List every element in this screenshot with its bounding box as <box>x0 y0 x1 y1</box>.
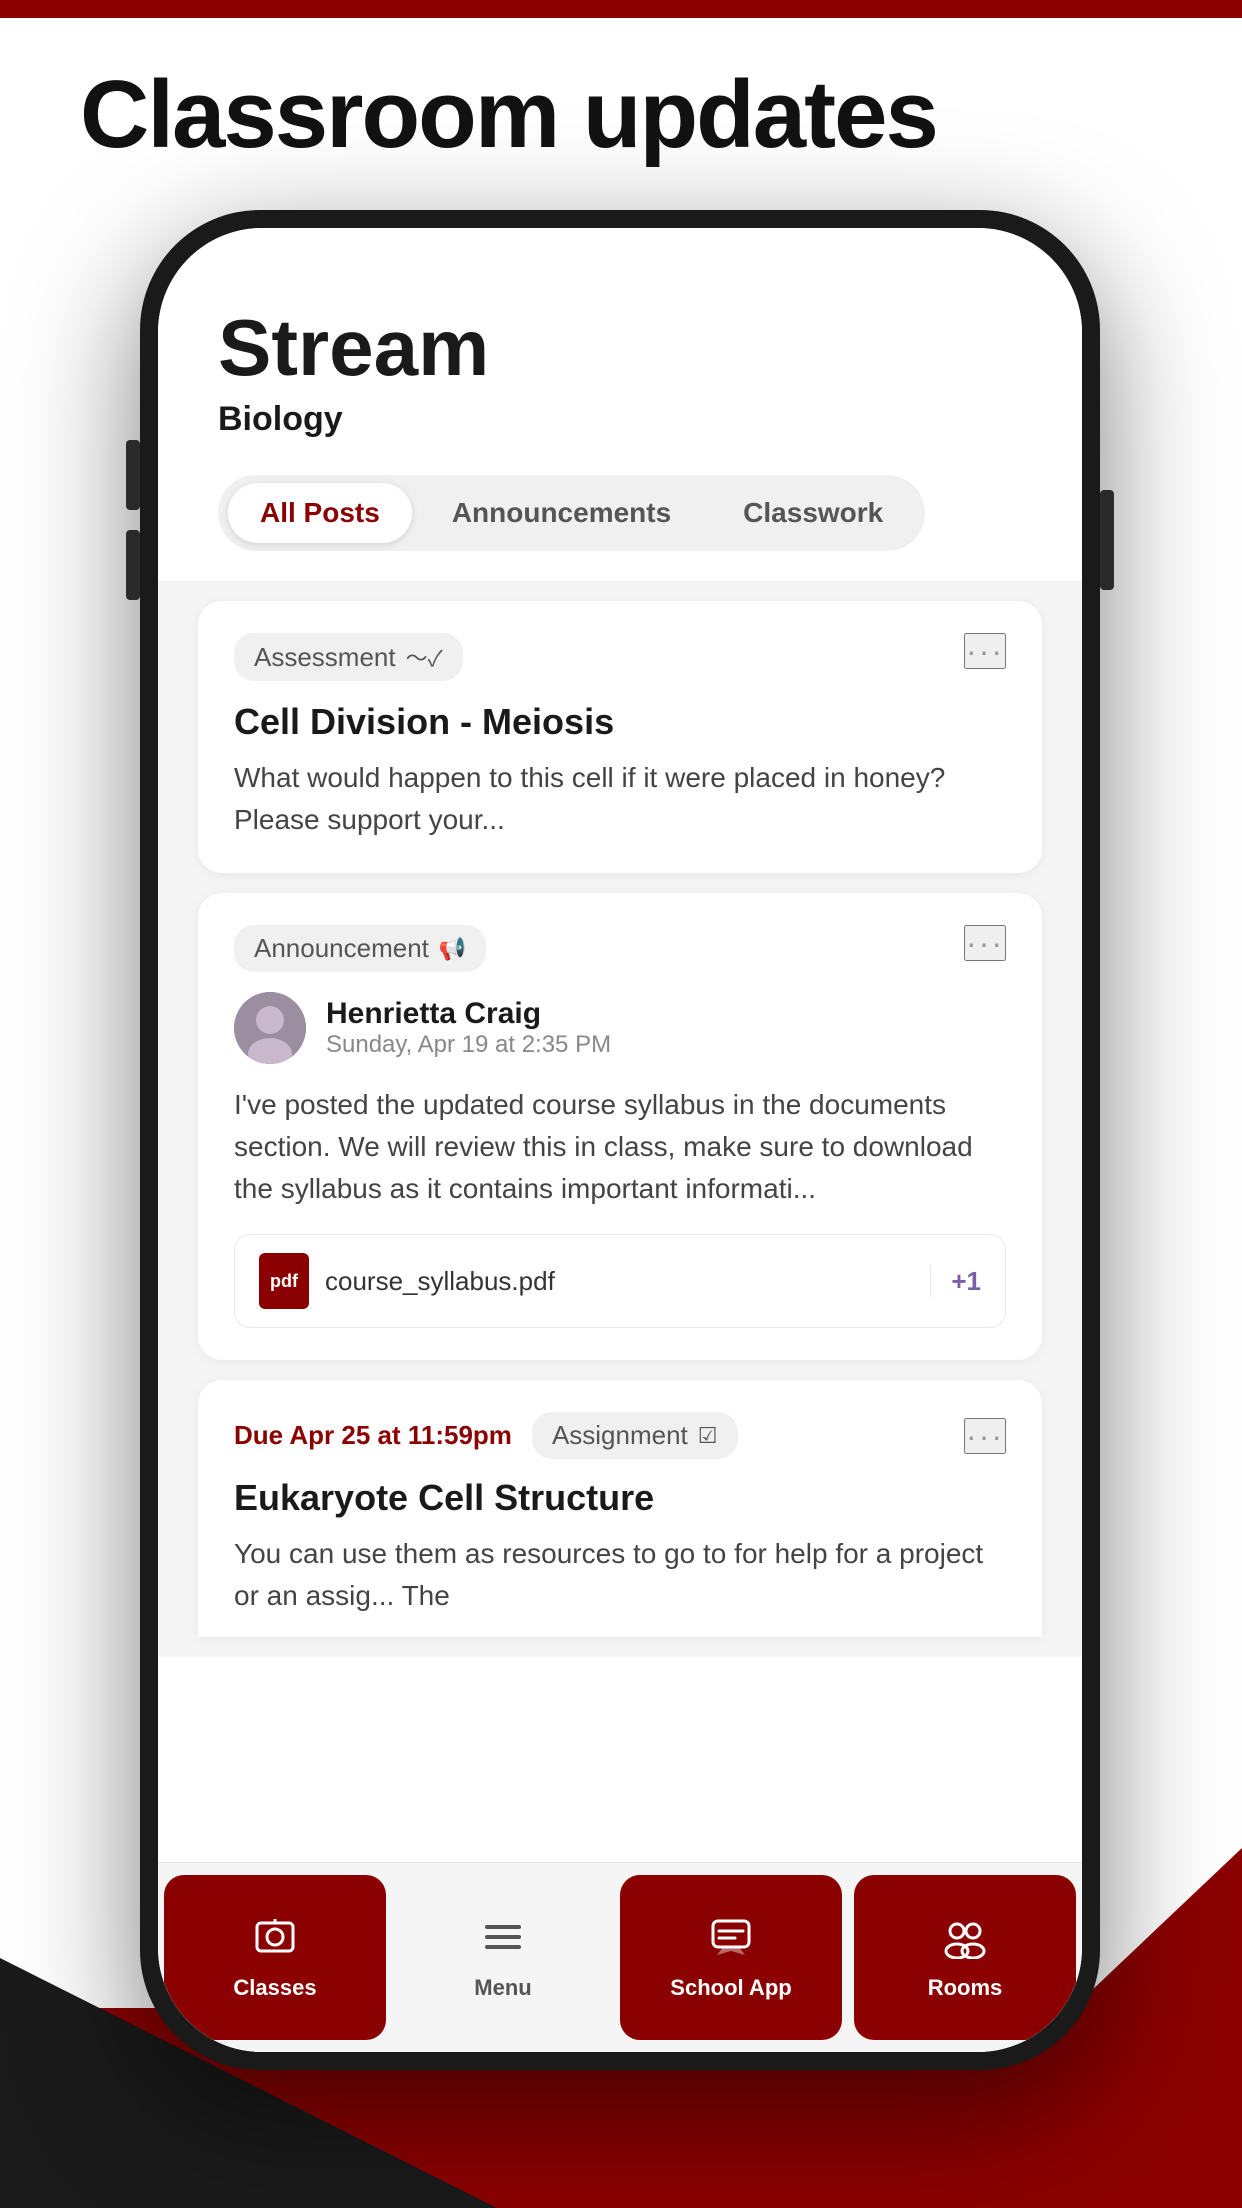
nav-classes[interactable]: Classes <box>164 1875 386 2040</box>
volume-down-button <box>126 530 140 600</box>
nav-school-app[interactable]: School App <box>620 1875 842 2040</box>
author-info: Henrietta Craig Sunday, Apr 19 at 2:35 P… <box>326 997 611 1059</box>
due-tag: Due Apr 25 at 11:59pm <box>234 1420 512 1451</box>
assessment-more-button[interactable]: ··· <box>964 633 1006 669</box>
assessment-card-title: Cell Division - Meiosis <box>234 701 1006 743</box>
attachment-row[interactable]: pdf course_syllabus.pdf +1 <box>234 1234 1006 1328</box>
volume-up-button <box>126 440 140 510</box>
pdf-icon: pdf <box>259 1253 309 1309</box>
stream-subtitle: Biology <box>218 400 1022 439</box>
announcement-tag: Announcement 📢 <box>234 925 486 972</box>
assignment-tag: Assignment ☑ <box>532 1412 738 1459</box>
rooms-icon <box>943 1915 987 1967</box>
avatar <box>234 992 306 1064</box>
stream-title: Stream <box>218 308 1022 388</box>
tab-classwork[interactable]: Classwork <box>711 483 915 543</box>
feed-area: Assessment 〜✓ ··· Cell Division - Meiosi… <box>158 581 1082 1657</box>
assignment-card-title: Eukaryote Cell Structure <box>234 1477 1006 1519</box>
menu-label: Menu <box>474 1975 531 2001</box>
announcement-more-button[interactable]: ··· <box>964 925 1006 961</box>
announcement-label: Announcement <box>254 933 429 964</box>
author-time: Sunday, Apr 19 at 2:35 PM <box>326 1031 611 1059</box>
assessment-label: Assessment <box>254 642 396 673</box>
announcement-icon: 📢 <box>439 936 466 962</box>
screen-content: Stream Biology All Posts Announcements C… <box>158 228 1082 2052</box>
announcement-card: Announcement 📢 ··· <box>198 893 1042 1360</box>
author-name: Henrietta Craig <box>326 997 611 1031</box>
attachment-name: course_syllabus.pdf <box>325 1266 914 1297</box>
tab-all-posts[interactable]: All Posts <box>228 483 412 543</box>
menu-icon <box>481 1915 525 1967</box>
assignment-label: Assignment <box>552 1420 688 1451</box>
assignment-icon: ☑ <box>698 1423 718 1449</box>
author-row: Henrietta Craig Sunday, Apr 19 at 2:35 P… <box>234 992 1006 1064</box>
bg-top-red <box>0 0 1242 18</box>
page-title: Classroom updates <box>80 60 937 170</box>
school-app-label: School App <box>670 1975 791 2001</box>
assignment-card: Due Apr 25 at 11:59pm Assignment ☑ ··· E… <box>198 1380 1042 1637</box>
assessment-icon: 〜✓ <box>406 641 443 673</box>
power-button <box>1100 490 1114 590</box>
school-app-icon <box>709 1915 753 1967</box>
bottom-nav: Classes Menu <box>158 1862 1082 2052</box>
assessment-card: Assessment 〜✓ ··· Cell Division - Meiosi… <box>198 601 1042 873</box>
tab-announcements[interactable]: Announcements <box>420 483 703 543</box>
assessment-card-body: What would happen to this cell if it wer… <box>234 757 1006 841</box>
classes-icon <box>253 1915 297 1967</box>
announcement-card-header: Announcement 📢 ··· <box>234 925 1006 972</box>
stream-header: Stream Biology All Posts Announcements C… <box>158 228 1082 581</box>
nav-menu[interactable]: Menu <box>392 1863 614 2052</box>
nav-rooms[interactable]: Rooms <box>854 1875 1076 2040</box>
assignment-more-button[interactable]: ··· <box>964 1418 1006 1454</box>
announcement-card-body: I've posted the updated course syllabus … <box>234 1084 1006 1210</box>
filter-tabs: All Posts Announcements Classwork <box>218 475 925 551</box>
assignment-card-header: Due Apr 25 at 11:59pm Assignment ☑ ··· <box>234 1412 1006 1459</box>
classes-label: Classes <box>233 1975 316 2001</box>
phone-frame: Stream Biology All Posts Announcements C… <box>140 210 1100 2070</box>
assignment-card-body: You can use them as resources to go to f… <box>234 1533 1006 1617</box>
assessment-tag: Assessment 〜✓ <box>234 633 463 681</box>
phone-screen: Stream Biology All Posts Announcements C… <box>158 228 1082 2052</box>
assessment-card-header: Assessment 〜✓ ··· <box>234 633 1006 681</box>
rooms-label: Rooms <box>928 1975 1003 2001</box>
attachment-plus: +1 <box>930 1266 981 1297</box>
